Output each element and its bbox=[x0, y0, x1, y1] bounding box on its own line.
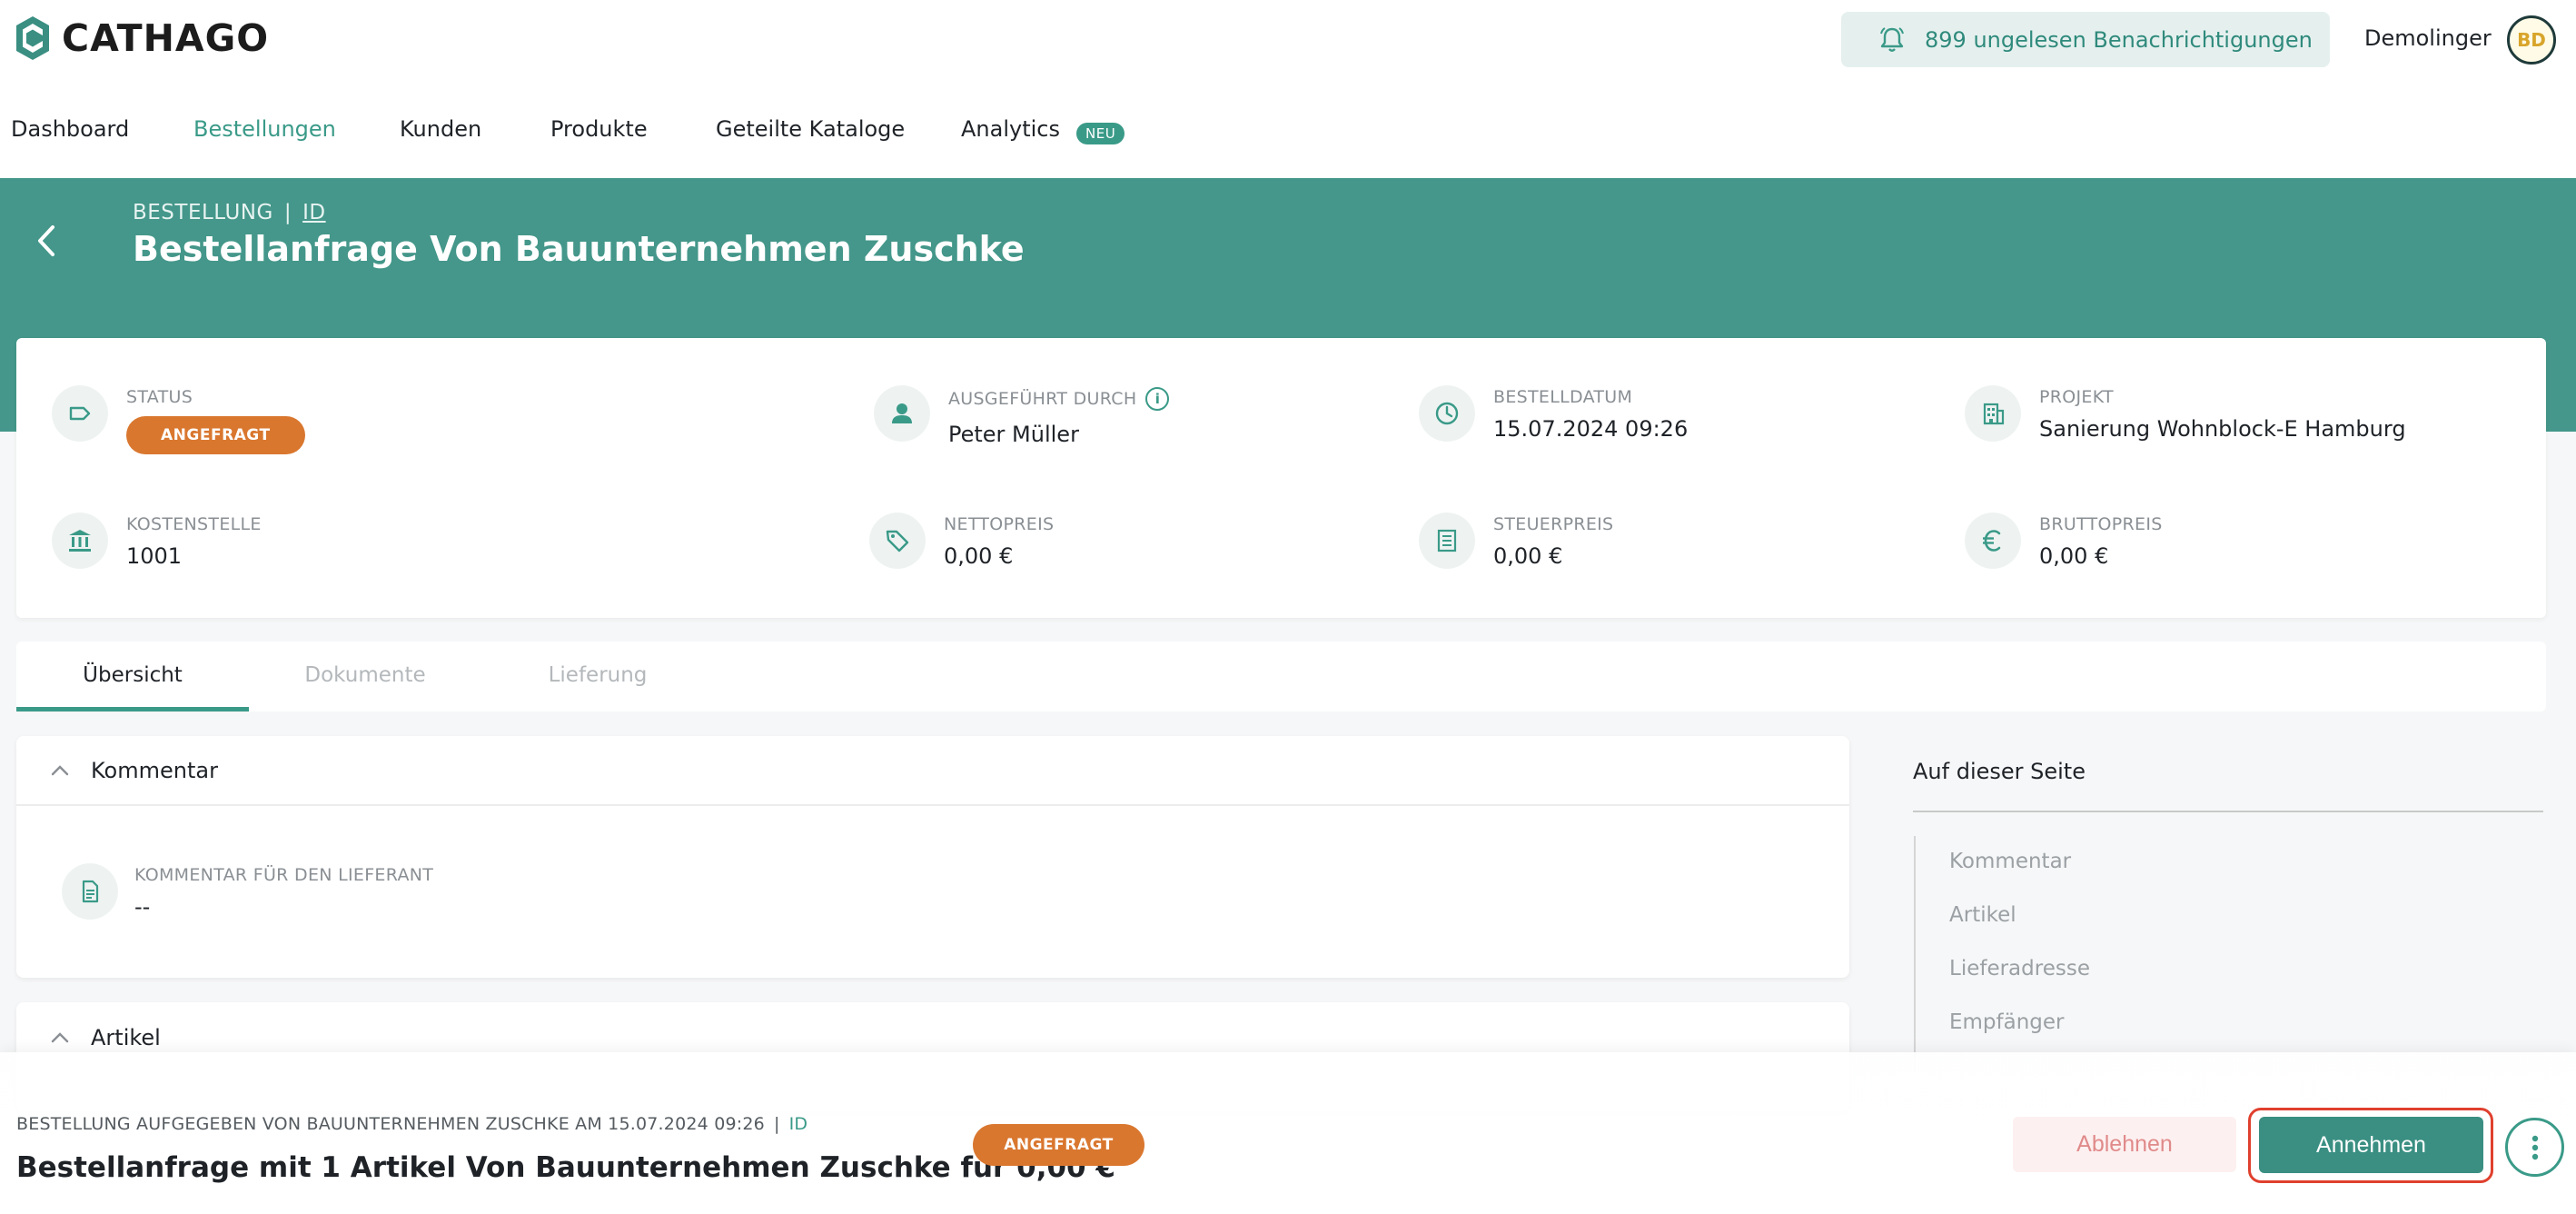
order-summary-separator: | bbox=[773, 1114, 780, 1134]
cost-center-value: 1001 bbox=[126, 543, 183, 569]
project-label: PROJEKT bbox=[2039, 387, 2114, 407]
avatar[interactable]: BD bbox=[2507, 15, 2556, 65]
top-bar: CATHAGO 899 ungelesen Benachrichtigungen… bbox=[0, 0, 2576, 178]
breadcrumb-section: BESTELLUNG bbox=[133, 201, 273, 224]
nav-bestellungen[interactable]: Bestellungen bbox=[193, 116, 336, 142]
clock-icon bbox=[1419, 385, 1475, 442]
logo-mark-icon bbox=[16, 16, 49, 60]
tax-price-field: STEUERPREIS 0,00 € bbox=[1419, 512, 1613, 569]
status-field: STATUS ANGEFRAGT bbox=[52, 385, 305, 454]
toc-title: Auf dieser Seite bbox=[1913, 759, 2086, 784]
toc-link-kommentar[interactable]: Kommentar bbox=[1949, 850, 2071, 873]
back-arrow-icon[interactable] bbox=[29, 220, 65, 262]
notifications-button[interactable]: 899 ungelesen Benachrichtigungen bbox=[1841, 12, 2330, 67]
more-options-button[interactable] bbox=[2505, 1118, 2564, 1177]
tab-lieferung[interactable]: Lieferung bbox=[481, 642, 714, 711]
user-name[interactable]: Demolinger bbox=[2364, 25, 2492, 51]
order-summary-subtitle: BESTELLUNG AUFGEGEBEN VON BAUUNTERNEHMEN… bbox=[16, 1114, 807, 1134]
nav-kunden[interactable]: Kunden bbox=[400, 116, 481, 142]
document-icon bbox=[62, 863, 118, 920]
supplier-comment-label: KOMMENTAR FÜR DEN LIEFERANT bbox=[134, 865, 434, 885]
nav-produkte[interactable]: Produkte bbox=[550, 116, 648, 142]
status-label: STATUS bbox=[126, 387, 193, 407]
tab-uebersicht[interactable]: Übersicht bbox=[16, 642, 249, 711]
order-summary-text: BESTELLUNG AUFGEGEBEN VON BAUUNTERNEHMEN… bbox=[16, 1114, 765, 1134]
order-date-label: BESTELLDATUM bbox=[1493, 387, 1633, 407]
nav-geteilte-kataloge[interactable]: Geteilte Kataloge bbox=[716, 116, 905, 142]
gross-price-label: BRUTTOPREIS bbox=[2039, 514, 2163, 534]
tag-icon bbox=[52, 385, 108, 442]
toc-rail bbox=[1914, 836, 1916, 1072]
executed-by-label: AUSGEFÜHRT DURCH bbox=[948, 389, 1137, 409]
net-price-value: 0,00 € bbox=[944, 543, 1014, 569]
person-icon bbox=[874, 385, 930, 442]
tab-bar: Übersicht Dokumente Lieferung bbox=[16, 642, 2546, 711]
cost-center-label: KOSTENSTELLE bbox=[126, 514, 262, 534]
breadcrumb-id-link[interactable]: ID bbox=[302, 201, 326, 224]
reject-button[interactable]: Ablehnen bbox=[2013, 1117, 2236, 1172]
tab-dokumente[interactable]: Dokumente bbox=[249, 642, 481, 711]
breadcrumb-separator: | bbox=[283, 201, 292, 224]
net-price-label: NETTOPREIS bbox=[944, 514, 1055, 534]
gross-price-value: 0,00 € bbox=[2039, 543, 2109, 569]
avatar-initials: BD bbox=[2517, 29, 2546, 51]
articles-card-title: Artikel bbox=[91, 1024, 161, 1050]
chevron-up-icon[interactable] bbox=[49, 1030, 71, 1045]
supplier-comment-value: -- bbox=[134, 894, 151, 920]
project-value: Sanierung Wohnblock-E Hamburg bbox=[2039, 416, 2406, 442]
toc-divider bbox=[1913, 811, 2543, 812]
toc-link-empfaenger[interactable]: Empfänger bbox=[1949, 1010, 2065, 1034]
nav-dashboard[interactable]: Dashboard bbox=[11, 116, 129, 142]
logo-text: CATHAGO bbox=[62, 16, 270, 60]
notifications-label: 899 ungelesen Benachrichtigungen bbox=[1925, 26, 2313, 53]
tax-price-value: 0,00 € bbox=[1493, 543, 1563, 569]
toc-link-artikel[interactable]: Artikel bbox=[1949, 903, 2016, 927]
page-title: Bestellanfrage Von Bauunternehmen Zuschk… bbox=[133, 229, 1025, 269]
toc-link-lieferadresse[interactable]: Lieferadresse bbox=[1949, 957, 2090, 980]
accept-button[interactable]: Annehmen bbox=[2259, 1117, 2483, 1173]
comment-card-title: Kommentar bbox=[91, 757, 218, 783]
executed-by-value: Peter Müller bbox=[948, 422, 1079, 447]
info-icon[interactable]: i bbox=[1145, 387, 1170, 411]
logo[interactable]: CATHAGO bbox=[15, 15, 269, 62]
cost-center-field: KOSTENSTELLE 1001 bbox=[52, 512, 262, 569]
new-badge: NEU bbox=[1076, 123, 1125, 144]
breadcrumb: BESTELLUNG | ID bbox=[133, 201, 326, 224]
building-icon bbox=[1965, 385, 2021, 442]
gross-price-field: BRUTTOPREIS 0,00 € bbox=[1965, 512, 2163, 569]
supplier-comment-field: KOMMENTAR FÜR DEN LIEFERANT -- bbox=[62, 863, 433, 920]
tax-price-label: STEUERPREIS bbox=[1493, 514, 1614, 534]
bell-icon bbox=[1880, 26, 1904, 52]
project-field: PROJEKT Sanierung Wohnblock-E Hamburg bbox=[1965, 385, 2406, 442]
status-badge: ANGEFRAGT bbox=[126, 416, 305, 454]
nav-analytics[interactable]: Analytics bbox=[961, 116, 1060, 142]
order-info-card: STATUS ANGEFRAGT AUSGEFÜHRT DURCH i Pete… bbox=[16, 338, 2546, 618]
order-date-field: BESTELLDATUM 15.07.2024 09:26 bbox=[1419, 385, 1688, 442]
comment-card-header[interactable]: Kommentar bbox=[16, 736, 1849, 806]
comment-card: Kommentar KOMMENTAR FÜR DEN LIEFERANT -- bbox=[16, 736, 1849, 978]
receipt-icon bbox=[1419, 512, 1475, 569]
euro-icon bbox=[1965, 512, 2021, 569]
more-vertical-icon bbox=[2531, 1135, 2538, 1159]
bank-icon bbox=[52, 512, 108, 569]
executed-by-field: AUSGEFÜHRT DURCH i Peter Müller bbox=[874, 385, 1170, 447]
chevron-up-icon[interactable] bbox=[49, 763, 71, 778]
order-id-link[interactable]: ID bbox=[789, 1114, 808, 1134]
order-summary-title: Bestellanfrage mit 1 Artikel Von Bauunte… bbox=[16, 1151, 1115, 1184]
net-price-field: NETTOPREIS 0,00 € bbox=[869, 512, 1054, 569]
price-tag-icon bbox=[869, 512, 926, 569]
footer-status-badge: ANGEFRAGT bbox=[973, 1124, 1144, 1166]
order-date-value: 15.07.2024 09:26 bbox=[1493, 416, 1689, 442]
